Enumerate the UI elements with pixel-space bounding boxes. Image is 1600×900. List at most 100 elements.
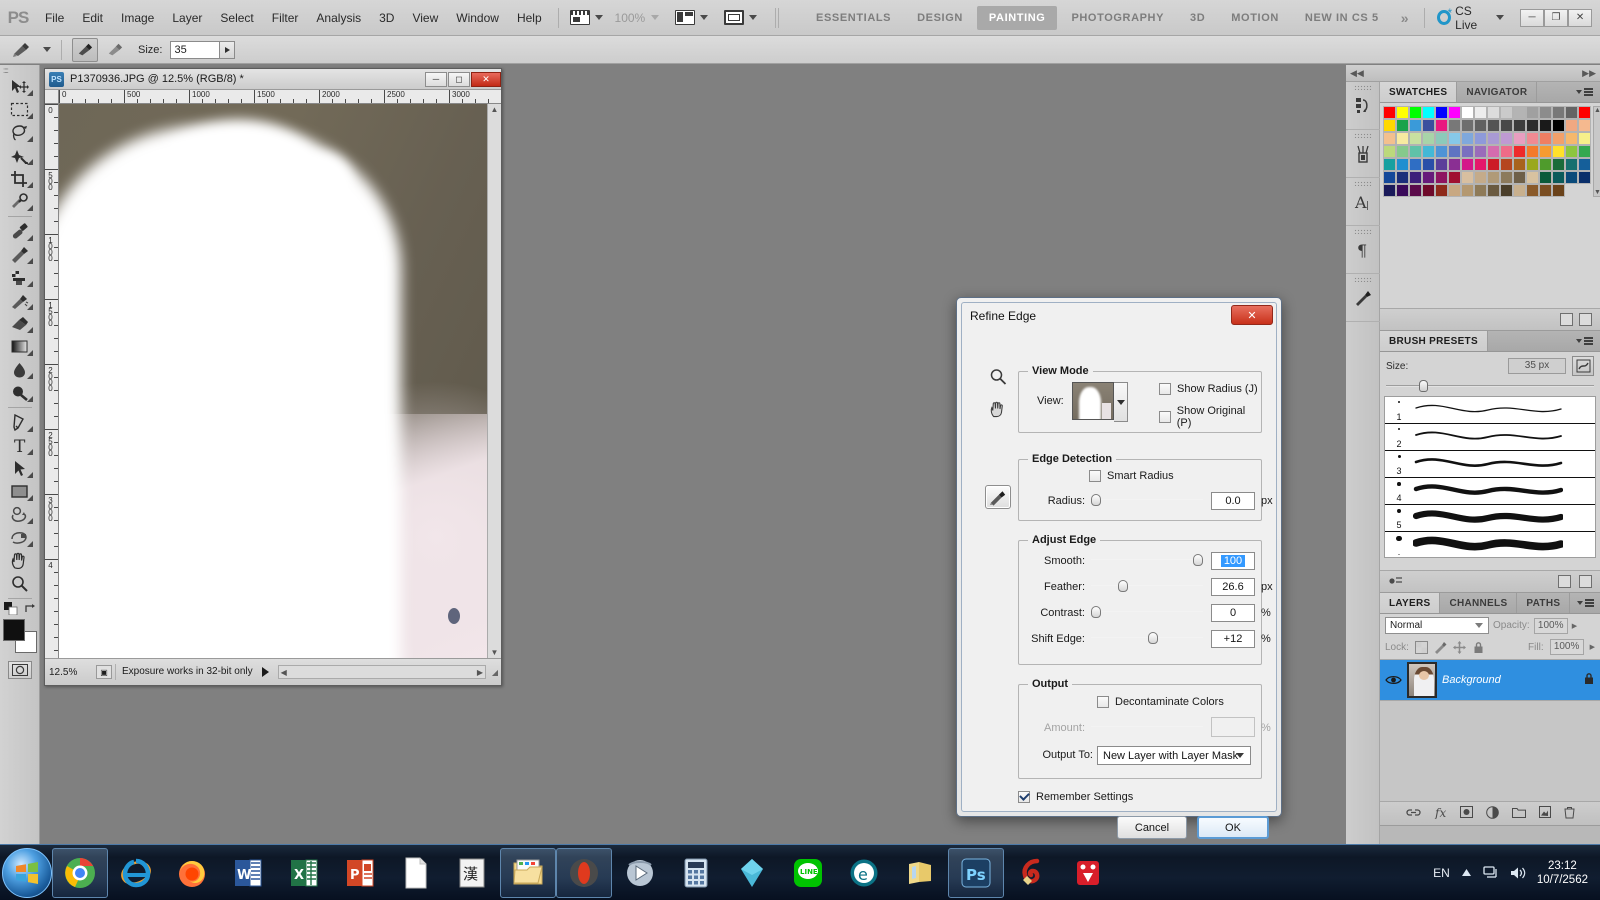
brush-mode-toggle[interactable] xyxy=(72,37,98,62)
menu-select[interactable]: Select xyxy=(211,0,262,36)
feather-slider-knob[interactable] xyxy=(1118,580,1129,592)
workspace-motion[interactable]: MOTION xyxy=(1219,6,1291,30)
document-minimize-button[interactable]: ─ xyxy=(425,71,447,87)
pen-tool[interactable] xyxy=(5,411,35,434)
brush-preset-toggle-icon[interactable] xyxy=(1388,574,1404,590)
swatch-11[interactable] xyxy=(1526,106,1539,119)
taskbar-camtasia[interactable] xyxy=(1060,848,1116,898)
move-tool[interactable] xyxy=(5,75,35,98)
smooth-slider-knob[interactable] xyxy=(1193,554,1203,566)
swatch-109[interactable] xyxy=(1552,184,1565,197)
vertical-ruler[interactable]: 0 500 1000 1500 2000 2500 3000 4 xyxy=(45,104,59,658)
swatch-1[interactable] xyxy=(1396,106,1409,119)
brush-presets-size-value[interactable]: 35 px xyxy=(1508,358,1566,374)
swatch-59[interactable] xyxy=(1526,145,1539,158)
taskbar-opera[interactable] xyxy=(556,847,612,898)
brush-size-slider[interactable] xyxy=(1386,380,1594,392)
3d-rotate-tool[interactable] xyxy=(5,503,35,526)
3d-orbit-tool[interactable] xyxy=(5,526,35,549)
rectangular-marquee-tool[interactable] xyxy=(5,98,35,121)
arrange-documents-control[interactable] xyxy=(675,10,709,25)
taskbar-clock[interactable]: 23:12 10/7/2562 xyxy=(1537,859,1588,887)
swatch-5[interactable] xyxy=(1448,106,1461,119)
decontaminate-colors-checkbox[interactable] xyxy=(1097,696,1109,708)
eraser-tool[interactable] xyxy=(5,312,35,335)
taskbar-firefox[interactable] xyxy=(164,848,220,898)
dialog-zoom-tool[interactable] xyxy=(985,365,1011,389)
opacity-value[interactable]: 100% xyxy=(1533,617,1568,634)
brush-size-slider-knob[interactable] xyxy=(1419,380,1429,392)
menu-view[interactable]: View xyxy=(403,0,447,36)
swatch-8[interactable] xyxy=(1487,106,1500,119)
swatches-scroll-up-icon[interactable]: ▲ xyxy=(1594,107,1600,114)
menu-analysis[interactable]: Analysis xyxy=(307,0,370,36)
tab-brush-presets[interactable]: BRUSH PRESETS xyxy=(1380,331,1488,351)
swatch-44[interactable] xyxy=(1539,132,1552,145)
swatch-27[interactable] xyxy=(1526,119,1539,132)
workspace-design[interactable]: DESIGN xyxy=(905,6,975,30)
workspace-3d[interactable]: 3D xyxy=(1178,6,1217,30)
swatch-14[interactable] xyxy=(1565,106,1578,119)
contrast-input[interactable]: 0 xyxy=(1211,604,1255,622)
brush-tool[interactable] xyxy=(5,243,35,266)
lock-image-icon[interactable] xyxy=(1434,641,1447,654)
new-swatch-icon[interactable] xyxy=(1560,313,1573,326)
document-horizontal-scrollbar[interactable]: ◀ ▶ xyxy=(277,665,486,679)
new-brush-preset-icon[interactable] xyxy=(1558,575,1571,588)
dialog-refine-radius-brush-tool[interactable] xyxy=(985,485,1011,509)
swatch-6[interactable] xyxy=(1461,106,1474,119)
tool-preset-chevron-down-icon[interactable] xyxy=(43,47,51,52)
decontaminate-colors-row[interactable]: Decontaminate Colors xyxy=(1097,696,1224,708)
swatch-103[interactable] xyxy=(1474,184,1487,197)
brush-preset-item[interactable]: 2 xyxy=(1385,424,1595,451)
document-maximize-button[interactable]: ◻ xyxy=(448,71,470,87)
swatch-4[interactable] xyxy=(1435,106,1448,119)
swatch-40[interactable] xyxy=(1487,132,1500,145)
smart-radius-checkbox[interactable] xyxy=(1089,470,1101,482)
swatch-63[interactable] xyxy=(1578,145,1591,158)
swatch-106[interactable] xyxy=(1513,184,1526,197)
link-layers-icon[interactable] xyxy=(1405,807,1421,821)
rail-history-panel[interactable] xyxy=(1346,82,1380,130)
remember-settings-row[interactable]: Remember Settings xyxy=(1018,791,1133,803)
taskbar-line[interactable]: LINE xyxy=(780,848,836,898)
menu-edit[interactable]: Edit xyxy=(73,0,112,36)
brush-presets-list[interactable]: 1 2 3 4 5. xyxy=(1384,396,1596,558)
swatch-39[interactable] xyxy=(1474,132,1487,145)
collapse-left-icon[interactable]: ◀◀ xyxy=(1350,68,1364,79)
restore-button[interactable]: ❐ xyxy=(1544,8,1569,27)
swatch-55[interactable] xyxy=(1474,145,1487,158)
swatch-79[interactable] xyxy=(1578,158,1591,171)
swatch-28[interactable] xyxy=(1539,119,1552,132)
layer-name[interactable]: Background xyxy=(1442,674,1578,686)
taskbar-thai-input[interactable]: 漢 xyxy=(444,848,500,898)
erase-mode-toggle[interactable] xyxy=(102,38,128,62)
screen-mode-control[interactable] xyxy=(569,10,603,25)
swatches-scrollbar[interactable]: ▲ ▼ xyxy=(1593,106,1600,197)
radius-slider-knob[interactable] xyxy=(1091,494,1101,506)
swatch-29[interactable] xyxy=(1552,119,1565,132)
contrast-slider[interactable] xyxy=(1091,606,1203,618)
swatch-35[interactable] xyxy=(1422,132,1435,145)
adjustment-layer-icon[interactable] xyxy=(1485,805,1499,822)
refine-edge-title-bar[interactable]: Refine Edge ✕ xyxy=(962,303,1276,329)
swatch-19[interactable] xyxy=(1422,119,1435,132)
shift-edge-slider-knob[interactable] xyxy=(1148,632,1159,644)
swatch-54[interactable] xyxy=(1461,145,1474,158)
path-selection-tool[interactable] xyxy=(5,457,35,480)
swatch-100[interactable] xyxy=(1435,184,1448,197)
swatch-25[interactable] xyxy=(1500,119,1513,132)
swatch-53[interactable] xyxy=(1448,145,1461,158)
taskbar-folder-app[interactable] xyxy=(892,848,948,898)
swatch-91[interactable] xyxy=(1526,171,1539,184)
swatch-3[interactable] xyxy=(1422,106,1435,119)
quick-mask-toggle[interactable] xyxy=(7,661,32,679)
layer-row-background[interactable]: Background xyxy=(1380,659,1600,701)
taskbar-internet-explorer[interactable] xyxy=(108,848,164,898)
document-close-button[interactable]: ✕ xyxy=(471,71,501,87)
swatch-37[interactable] xyxy=(1448,132,1461,145)
radius-slider[interactable] xyxy=(1091,494,1203,506)
swatch-96[interactable] xyxy=(1383,184,1396,197)
close-button[interactable]: ✕ xyxy=(1568,8,1593,27)
gradient-tool[interactable] xyxy=(5,335,35,358)
